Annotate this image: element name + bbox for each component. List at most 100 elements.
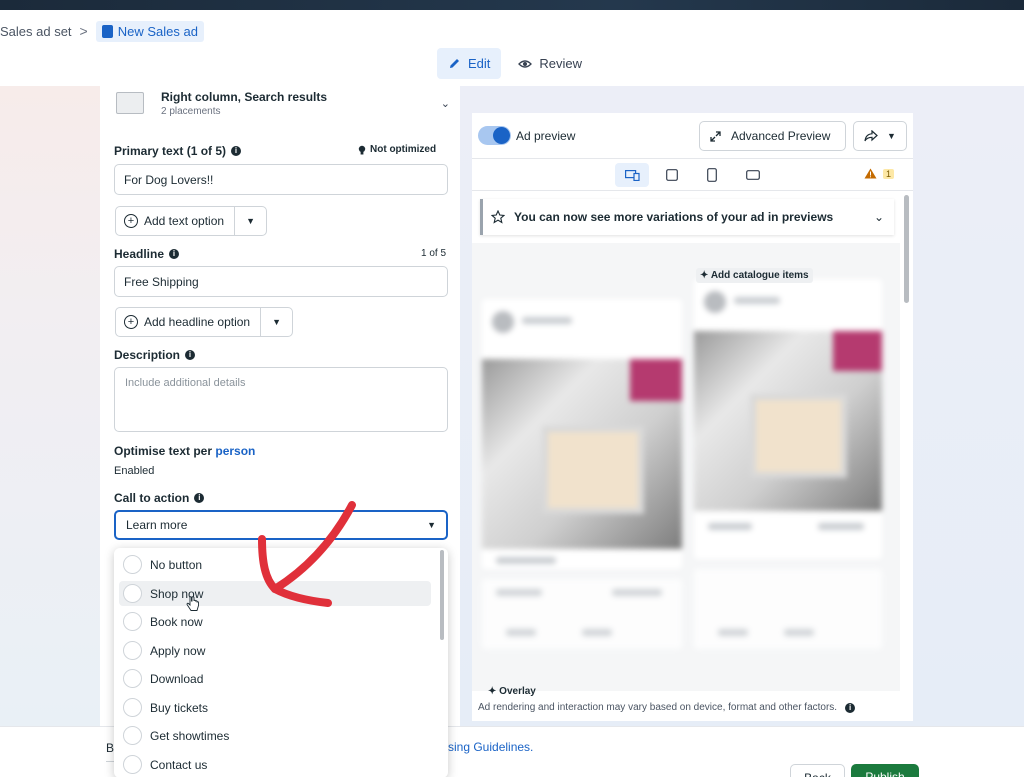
cta-label-text: Call to action bbox=[114, 491, 190, 505]
cta-option-book-now[interactable]: Book now bbox=[119, 609, 431, 634]
headline-label: Headline i bbox=[114, 247, 180, 261]
radio-button[interactable] bbox=[123, 555, 142, 574]
headline-value: Free Shipping bbox=[124, 274, 199, 289]
info-icon[interactable]: i bbox=[185, 350, 196, 360]
placement-selector[interactable]: Right column, Search results 2 placement… bbox=[116, 88, 450, 118]
ad-preview-toggle[interactable] bbox=[478, 126, 511, 145]
advertising-guidelines-link[interactable]: rtising Guidelines. bbox=[438, 740, 533, 754]
cta-option-label: Get showtimes bbox=[150, 728, 230, 743]
device-square-icon[interactable] bbox=[655, 163, 689, 187]
breadcrumb-current[interactable]: New Sales ad bbox=[95, 20, 204, 42]
optimise-person-link[interactable]: person bbox=[215, 444, 255, 458]
tab-edit-label: Edit bbox=[468, 56, 491, 71]
menu-scrollbar[interactable] bbox=[440, 550, 444, 640]
publish-button[interactable]: Publish bbox=[851, 764, 919, 777]
sparkle-icon: ✦ bbox=[488, 686, 497, 697]
radio-button[interactable] bbox=[123, 584, 142, 603]
placement-text: Right column, Search results 2 placement… bbox=[161, 90, 327, 117]
tab-review[interactable]: Review bbox=[507, 48, 593, 79]
device-all-icon[interactable] bbox=[615, 163, 649, 187]
add-headline-option-label: Add headline option bbox=[144, 315, 251, 329]
hand-cursor-icon bbox=[186, 596, 199, 611]
breadcrumb-parent[interactable]: Sales ad set bbox=[0, 24, 72, 39]
radio-button[interactable] bbox=[123, 698, 142, 717]
cta-dropdown[interactable]: Learn more ▼ bbox=[114, 510, 448, 540]
ad-edit-panel: Right column, Search results 2 placement… bbox=[100, 86, 460, 777]
ad-preview-card-2[interactable] bbox=[694, 279, 882, 559]
cta-option-label: Download bbox=[150, 671, 204, 686]
cta-option-buy-tickets[interactable]: Buy tickets bbox=[119, 695, 431, 720]
optimise-text-prefix: Optimise text per bbox=[114, 444, 216, 458]
preview-canvas bbox=[472, 243, 900, 691]
ad-document-icon bbox=[101, 24, 113, 38]
caret-down-icon: ▼ bbox=[427, 520, 436, 530]
warning-indicator[interactable]: 1 bbox=[864, 168, 895, 179]
radio-button[interactable] bbox=[123, 641, 142, 660]
blur-line bbox=[734, 297, 780, 304]
description-textarea[interactable]: Include additional details bbox=[114, 367, 448, 432]
cta-option-label: Buy tickets bbox=[150, 700, 209, 715]
preview-scrollbar[interactable] bbox=[904, 195, 909, 303]
chevron-down-icon[interactable]: ⌄ bbox=[441, 97, 450, 110]
ad-preview-card-2-footer bbox=[694, 569, 882, 649]
headline-input[interactable]: Free Shipping bbox=[114, 266, 448, 297]
cta-option-no-button[interactable]: No button bbox=[119, 552, 431, 577]
info-icon[interactable]: i bbox=[169, 249, 180, 259]
preview-toolbar: Ad preview Advanced Preview ▼ bbox=[472, 113, 913, 159]
cta-option-get-showtimes[interactable]: Get showtimes bbox=[119, 723, 431, 748]
cta-option-download[interactable]: Download bbox=[119, 666, 431, 691]
optimization-status: Not optimized bbox=[358, 144, 436, 155]
warning-count: 1 bbox=[883, 168, 895, 179]
preview-variations-notice[interactable]: You can now see more variations of your … bbox=[480, 199, 894, 235]
cta-option-apply-now[interactable]: Apply now bbox=[119, 638, 431, 663]
add-text-option-main[interactable]: + Add text option bbox=[116, 207, 236, 235]
add-text-option-label: Add text option bbox=[144, 214, 225, 228]
radio-button[interactable] bbox=[123, 726, 142, 745]
info-icon[interactable]: i bbox=[845, 702, 856, 713]
avatar bbox=[492, 311, 514, 333]
primary-text-value: For Dog Lovers!! bbox=[124, 172, 214, 187]
cta-option-contact-us[interactable]: Contact us bbox=[119, 752, 431, 777]
info-icon[interactable]: i bbox=[194, 493, 205, 503]
blur-line bbox=[522, 317, 572, 324]
optimization-status-text: Not optimized bbox=[370, 144, 437, 155]
advanced-preview-label: Advanced Preview bbox=[731, 129, 831, 143]
avatar bbox=[704, 291, 726, 313]
placement-thumbnail bbox=[116, 92, 144, 114]
overlay-label: Overlay bbox=[499, 686, 536, 697]
description-placeholder: Include additional details bbox=[125, 377, 246, 389]
cta-option-label: No button bbox=[150, 557, 203, 572]
header: Sales ad set > New Sales ad Edit Review bbox=[0, 10, 1024, 86]
chevron-down-icon[interactable]: ⌄ bbox=[874, 210, 884, 224]
ad-preview-card-1[interactable] bbox=[482, 299, 682, 569]
ad-creative-image bbox=[694, 331, 882, 511]
ad-preview-label: Ad preview bbox=[516, 129, 576, 143]
overlay-button[interactable]: ✦ Overlay bbox=[488, 686, 536, 697]
ad-preview-panel: Ad preview Advanced Preview ▼ 1 You can … bbox=[472, 113, 913, 721]
back-button[interactable]: Back bbox=[790, 764, 845, 777]
share-button[interactable]: ▼ bbox=[853, 121, 907, 151]
device-mobile-icon[interactable] bbox=[695, 163, 729, 187]
description-label: Description i bbox=[114, 348, 196, 362]
info-icon[interactable]: i bbox=[231, 146, 242, 156]
radio-button[interactable] bbox=[123, 669, 142, 688]
radio-button[interactable] bbox=[123, 755, 142, 774]
add-catalogue-items-button[interactable]: ✦ Add catalogue items bbox=[696, 268, 813, 283]
preview-disclaimer-text: Ad rendering and interaction may vary ba… bbox=[478, 702, 838, 713]
tab-edit[interactable]: Edit bbox=[437, 48, 502, 79]
advanced-preview-button[interactable]: Advanced Preview bbox=[699, 121, 846, 151]
blur-line bbox=[582, 629, 612, 636]
add-catalogue-label: Add catalogue items bbox=[710, 270, 809, 281]
device-desktop-icon[interactable] bbox=[736, 163, 770, 187]
blur-line bbox=[496, 589, 542, 596]
warning-icon bbox=[864, 168, 877, 179]
primary-text-input[interactable]: For Dog Lovers!! bbox=[114, 164, 448, 195]
caret-down-icon[interactable]: ▼ bbox=[261, 308, 292, 336]
add-headline-option-main[interactable]: + Add headline option bbox=[116, 308, 262, 336]
radio-button[interactable] bbox=[123, 612, 142, 631]
primary-text-label-text: Primary text (1 of 5) bbox=[114, 144, 227, 158]
cta-option-shop-now[interactable]: Shop now bbox=[119, 581, 431, 606]
placement-title: Right column, Search results bbox=[161, 89, 328, 104]
caret-down-icon[interactable]: ▼ bbox=[235, 207, 266, 235]
breadcrumb: Sales ad set > New Sales ad bbox=[0, 20, 204, 42]
